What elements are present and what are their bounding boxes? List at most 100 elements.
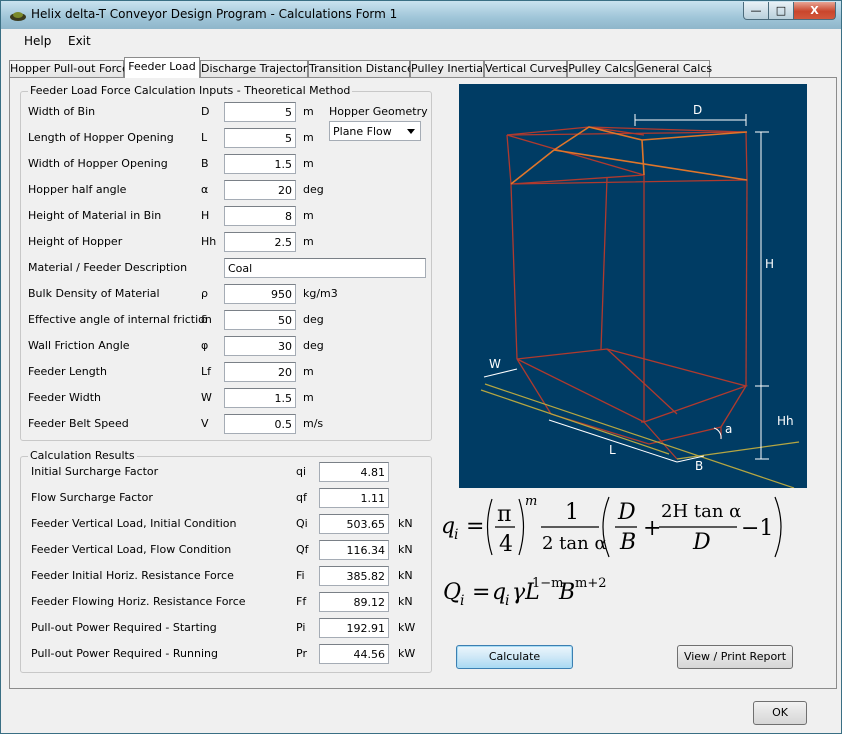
tab-discharge-trajectory[interactable]: Discharge Trajectory [200,60,314,78]
height-of-material-in-bin-input[interactable]: 8 [224,206,296,226]
maximize-button[interactable]: □ [768,2,794,20]
f1-minus-one: −1 [741,516,773,541]
label-initial-surcharge-factor: Initial Surcharge Factor [31,465,159,478]
close-button[interactable]: X [793,2,836,20]
diagram-labels: D H Hh W L B a [489,103,794,473]
symbol-hh: Hh [201,235,217,248]
formula-vertical-load: Q i = q i γL 1−m B m+2 [443,576,607,609]
flow-surcharge-factor-output[interactable]: 1.11 [319,488,389,508]
unit-initial-horiz-resistance: kN [398,569,413,582]
symbol-pr: Pr [296,647,307,660]
title-bar[interactable]: Helix delta-T Conveyor Design Program - … [1,1,841,29]
hopper-geometry-value: Plane Flow [333,125,392,138]
unit-power-starting: kW [398,621,416,634]
menu-bar: Help Exit [2,29,840,53]
close-icon: X [810,4,819,17]
label-internal-friction-angle: Effective angle of internal friction [28,313,212,326]
label-power-starting: Pull-out Power Required - Starting [31,621,217,634]
power-starting-output[interactable]: 192.91 [319,618,389,638]
vertical-load-initial-output[interactable]: 503.65 [319,514,389,534]
unit-hopper-half-angle: deg [303,183,324,196]
symbol-lf: Lf [201,365,212,378]
width-of-hopper-opening-input[interactable]: 1.5 [224,154,296,174]
label-wall-friction-angle: Wall Friction Angle [28,339,130,352]
dim-label-h: H [765,257,774,271]
f1-two-h-tan-alpha: 2H tan α [661,501,741,522]
tab-vertical-curves[interactable]: Vertical Curves [484,60,568,78]
hopper-geometry-select[interactable]: Plane Flow [329,121,421,141]
unit-height-of-hopper: m [303,235,314,248]
dim-label-hh: Hh [777,414,794,428]
hopper-half-angle-input[interactable]: 20 [224,180,296,200]
initial-surcharge-factor-output[interactable]: 4.81 [319,462,389,482]
symbol-ff: Ff [296,595,307,608]
calculate-button[interactable]: Calculate [456,645,573,669]
f1-lhs-sub: i [454,527,458,543]
tab-hopper-pull-out-force[interactable]: Hopper Pull-out Force [9,60,129,78]
tab-pulley-calcs[interactable]: Pulley Calcs [567,60,635,78]
menu-help[interactable]: Help [24,34,51,48]
label-flowing-horiz-resistance: Feeder Flowing Horiz. Resistance Force [31,595,246,608]
symbol-rho: ρ [201,287,208,300]
unit-bulk-density: kg/m3 [303,287,338,300]
feeder-length-input[interactable]: 20 [224,362,296,382]
view-print-report-button[interactable]: View / Print Report [677,645,793,669]
tab-feeder-load[interactable]: Feeder Load [124,57,200,78]
label-initial-horiz-resistance: Feeder Initial Horiz. Resistance Force [31,569,234,582]
tab-general-calcs[interactable]: General Calcs [635,60,712,78]
feeder-belt-speed-input[interactable]: 0.5 [224,414,296,434]
symbol-d: D [201,105,210,118]
label-feeder-belt-speed: Feeder Belt Speed [28,417,129,430]
tab-pulley-inertia[interactable]: Pulley Inertia [410,60,484,78]
unit-feeder-belt-speed: m/s [303,417,324,430]
f1-two-tan-alpha: 2 tan α [542,533,607,554]
label-length-of-hopper-opening: Length of Hopper Opening [28,131,174,144]
symbol-v: V [201,417,209,430]
f1-four: 4 [499,532,513,557]
hopper-geometry-label: Hopper Geometry [329,105,428,118]
internal-friction-angle-input[interactable]: 50 [224,310,296,330]
power-running-output[interactable]: 44.56 [319,644,389,664]
width-of-bin-input[interactable]: 5 [224,102,296,122]
flowing-horiz-resistance-output[interactable]: 89.12 [319,592,389,612]
label-vertical-load-flow: Feeder Vertical Load, Flow Condition [31,543,232,556]
wall-friction-angle-input[interactable]: 30 [224,336,296,356]
minimize-button[interactable]: — [743,2,769,20]
ok-button[interactable]: OK [753,701,807,725]
unit-flowing-horiz-resistance: kN [398,595,413,608]
unit-width-of-hopper-opening: m [303,157,314,170]
unit-vertical-load-flow: kN [398,543,413,556]
length-of-hopper-opening-input[interactable]: 5 [224,128,296,148]
feeder-width-input[interactable]: 1.5 [224,388,296,408]
label-height-of-hopper: Height of Hopper [28,235,123,248]
formula-surcharge-factor: q i = π 4 m 1 2 tan α D B + 2H tan α D −… [441,494,782,558]
label-width-of-hopper-opening: Width of Hopper Opening [28,157,168,170]
dim-label-a: a [725,422,732,436]
tab-transition-distance[interactable]: Transition Distance [308,60,414,78]
label-width-of-bin: Width of Bin [28,105,96,118]
height-of-hopper-input[interactable]: 2.5 [224,232,296,252]
material-description-input[interactable]: Coal [224,258,426,278]
unit-feeder-length: m [303,365,314,378]
f1-exp-m: m [525,494,537,509]
f1-eq: = [466,514,484,539]
label-feeder-length: Feeder Length [28,365,107,378]
dim-label-w: W [489,357,501,371]
label-flow-surcharge-factor: Flow Surcharge Factor [31,491,153,504]
unit-height-of-material-in-bin: m [303,209,314,222]
symbol-l: L [201,131,208,144]
inputs-group-title: Feeder Load Force Calculation Inputs - T… [28,84,353,97]
f2-lhs: Q [443,580,461,605]
initial-horiz-resistance-output[interactable]: 385.82 [319,566,389,586]
f2-b: B [558,580,575,605]
maximize-icon: □ [775,4,787,17]
f2-q: q [492,580,506,605]
symbol-delta: δ [201,313,208,326]
dimension-lines [483,114,769,463]
menu-exit[interactable]: Exit [68,34,91,48]
bulk-density-input[interactable]: 950 [224,284,296,304]
vertical-load-flow-output[interactable]: 116.34 [319,540,389,560]
f1-plus: + [643,516,661,541]
f1-d: D [617,500,636,525]
f1-pi: π [497,502,511,527]
